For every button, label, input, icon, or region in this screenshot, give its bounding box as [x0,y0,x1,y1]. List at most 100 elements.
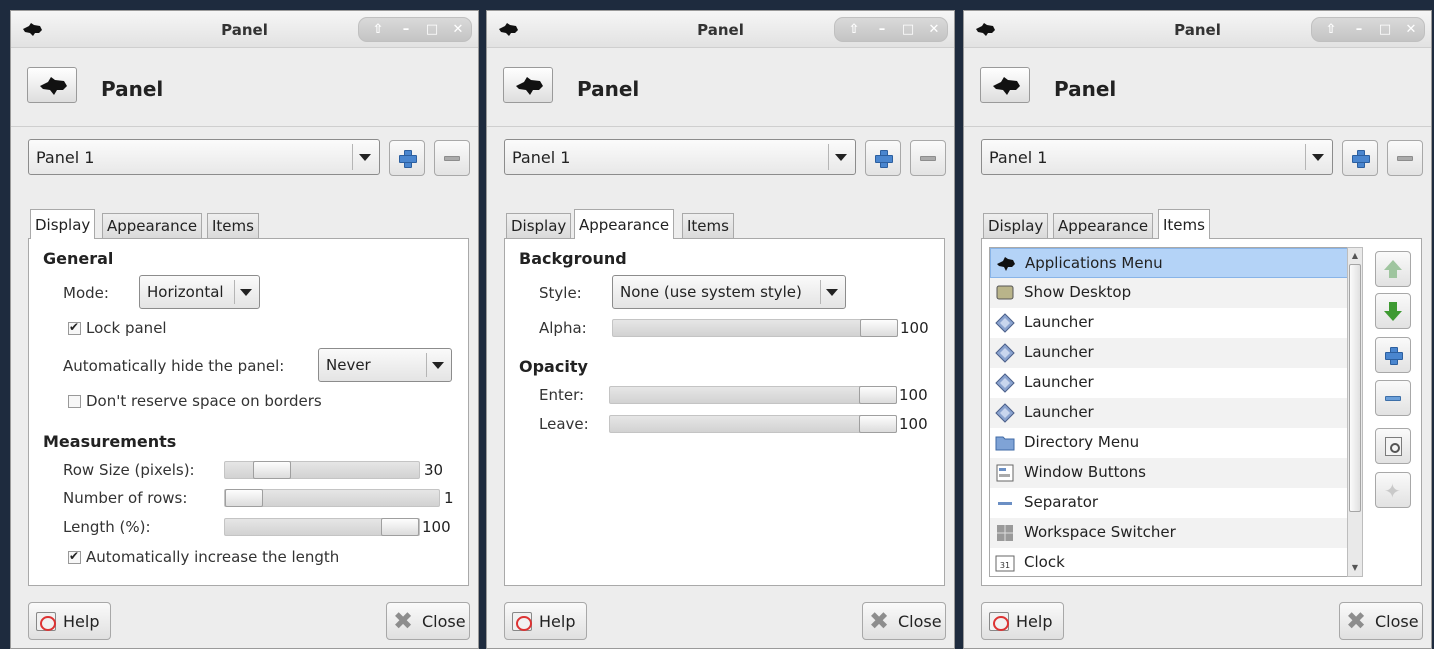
tab-items[interactable]: Items [1158,209,1210,239]
enter-slider[interactable] [609,386,897,404]
panel-selector-value: Panel 1 [36,148,95,167]
list-item-label: Launcher [1024,343,1094,361]
slider-knob[interactable] [859,386,897,404]
help-icon [36,612,56,631]
minimize-icon[interactable]: – [1350,21,1368,39]
dialog-header: Panel [11,49,478,127]
slider-knob[interactable] [225,489,263,507]
dialog-title: Panel [577,77,640,101]
slider-knob[interactable] [860,319,898,337]
maximize-icon[interactable]: □ [899,21,917,39]
title-bar[interactable]: Panel ⇧ – □ ✕ [487,11,954,48]
shade-icon[interactable]: ⇧ [369,21,387,39]
panel-selector[interactable]: Panel 1 [504,139,856,175]
lock-panel-checkbox[interactable] [68,320,81,335]
mode-dropdown[interactable]: Horizontal [139,275,260,309]
list-item[interactable]: Launcher [990,308,1348,338]
chevron-down-icon [240,289,252,296]
remove-panel-button[interactable] [910,140,946,176]
chevron-down-icon [1312,154,1324,161]
panel-selector[interactable]: Panel 1 [28,139,380,175]
close-button[interactable]: ✖ Close [1339,602,1423,640]
help-label: Help [63,612,100,631]
list-item-label: Show Desktop [1024,283,1132,301]
general-heading: General [43,249,114,268]
title-bar[interactable]: Panel ⇧ – □ ✕ [964,11,1431,48]
help-button[interactable]: Help [28,602,111,640]
minimize-icon[interactable]: – [397,21,415,39]
slider-knob[interactable] [381,518,419,536]
list-item[interactable]: Applications Menu [990,248,1348,278]
tab-display[interactable]: Display [983,213,1049,238]
style-dropdown[interactable]: None (use system style) [612,275,846,309]
tab-appearance[interactable]: Appearance [102,213,203,238]
launcher-icon [995,313,1015,333]
minimize-icon[interactable]: – [873,21,891,39]
close-icon[interactable]: ✕ [449,21,467,39]
title-bar[interactable]: Panel ⇧ – □ ✕ [11,11,478,48]
maximize-icon[interactable]: □ [1376,21,1394,39]
list-item[interactable]: 31 Clock [990,548,1348,576]
list-item[interactable]: Launcher [990,398,1348,428]
rows-slider[interactable] [224,489,440,507]
leave-slider[interactable] [609,415,897,433]
slider-knob[interactable] [253,461,291,479]
panel-selector[interactable]: Panel 1 [981,139,1333,175]
reserve-space-checkbox[interactable] [68,395,81,408]
mode-label: Mode: [63,284,109,302]
remove-item-button[interactable] [1375,380,1411,416]
help-button[interactable]: Help [504,602,587,640]
row-size-slider[interactable] [224,461,420,479]
dropdown-divider [426,353,427,377]
scroll-up-icon[interactable]: ▲ [1350,251,1360,261]
alpha-slider[interactable] [612,319,898,337]
auto-length-checkbox[interactable] [68,549,81,564]
maximize-icon[interactable]: □ [423,21,441,39]
add-panel-button[interactable] [1342,140,1378,176]
add-item-button[interactable] [1375,337,1411,373]
tab-display[interactable]: Display [30,209,96,239]
scroll-down-icon[interactable]: ▼ [1350,563,1360,573]
close-icon[interactable]: ✕ [1402,21,1420,39]
list-item[interactable]: Show Desktop [990,278,1348,308]
item-about-button[interactable]: ✦ [1375,472,1411,508]
minus-icon [920,156,936,161]
tab-items[interactable]: Items [207,213,259,238]
move-down-button[interactable] [1375,293,1411,329]
close-button[interactable]: ✖ Close [862,602,946,640]
remove-panel-button[interactable] [1387,140,1423,176]
workspace-icon [995,523,1015,543]
autohide-dropdown[interactable]: Never [318,348,452,382]
add-panel-button[interactable] [865,140,901,176]
list-item[interactable]: Workspace Switcher [990,518,1348,548]
items-scrollbar[interactable]: ▲ ▼ [1347,247,1363,577]
panel-window-appearance: Panel ⇧ – □ ✕ Panel Panel 1 Display Appe… [486,10,955,649]
tab-display[interactable]: Display [506,213,572,238]
leave-label: Leave: [539,415,589,433]
close-icon[interactable]: ✕ [925,21,943,39]
tab-appearance[interactable]: Appearance [574,209,675,239]
shade-icon[interactable]: ⇧ [1322,21,1340,39]
remove-panel-button[interactable] [434,140,470,176]
help-button[interactable]: Help [981,602,1064,640]
scrollbar-thumb[interactable] [1349,264,1361,512]
add-panel-button[interactable] [389,140,425,176]
items-list[interactable]: Applications Menu Show Desktop Launcher Lau… [989,247,1349,577]
list-item[interactable]: Separator [990,488,1348,518]
tab-items[interactable]: Items [682,213,734,238]
shade-icon[interactable]: ⇧ [845,21,863,39]
launcher-icon [995,343,1015,363]
close-button[interactable]: ✖ Close [386,602,470,640]
move-up-button[interactable] [1375,251,1411,287]
list-item[interactable]: Launcher [990,368,1348,398]
list-item[interactable]: Directory Menu [990,428,1348,458]
length-slider[interactable] [224,518,420,536]
list-item[interactable]: Launcher [990,338,1348,368]
alpha-label: Alpha: [539,319,587,337]
lock-panel-label: Lock panel [86,319,167,337]
tab-appearance[interactable]: Appearance [1053,213,1154,238]
arrow-down-stem [1389,302,1397,311]
slider-knob[interactable] [859,415,897,433]
list-item[interactable]: Window Buttons [990,458,1348,488]
item-properties-button[interactable] [1375,428,1411,464]
